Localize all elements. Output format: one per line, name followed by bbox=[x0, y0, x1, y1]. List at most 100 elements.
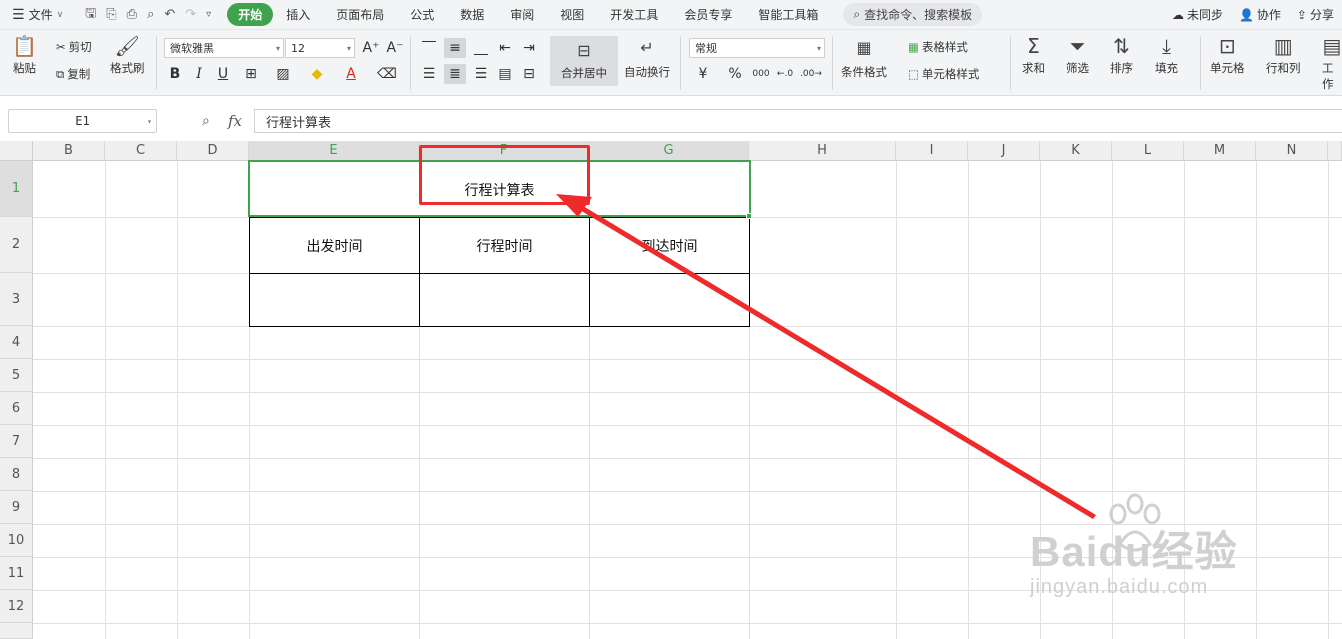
header-cell-arrival[interactable]: 到达时间 bbox=[589, 217, 750, 274]
tab-page-layout[interactable]: 页面布局 bbox=[323, 3, 397, 26]
conditional-format-button[interactable]: ▦ 条件格式 bbox=[841, 38, 887, 80]
tab-review[interactable]: 审阅 bbox=[497, 3, 547, 26]
cell-fill-icon[interactable]: ▨ bbox=[272, 64, 294, 84]
decrease-indent-icon[interactable]: ⇤ bbox=[494, 38, 516, 58]
currency-icon[interactable]: ¥ bbox=[692, 64, 714, 84]
column-header-l[interactable]: L bbox=[1112, 141, 1184, 161]
row-header-2[interactable]: 2 bbox=[0, 217, 33, 273]
tab-developer[interactable]: 开发工具 bbox=[597, 3, 671, 26]
redo-icon[interactable]: ↷ bbox=[185, 7, 196, 22]
customize-toolbar-icon[interactable]: ▿ bbox=[206, 9, 211, 20]
decrease-decimal-icon[interactable]: .00→ bbox=[800, 64, 822, 84]
italic-icon[interactable]: I bbox=[188, 64, 210, 84]
sort-button[interactable]: ⇅ 排序 bbox=[1110, 36, 1133, 76]
row-header-4[interactable]: 4 bbox=[0, 326, 33, 359]
data-cell[interactable] bbox=[419, 273, 590, 327]
column-header-k[interactable]: K bbox=[1040, 141, 1112, 161]
column-header-d[interactable]: D bbox=[177, 141, 249, 161]
formula-input[interactable]: 行程计算表 bbox=[254, 109, 1342, 133]
row-col-button[interactable]: ▥ 行和列 bbox=[1266, 36, 1301, 76]
wrap-text-button[interactable]: ↵ 自动换行 bbox=[624, 38, 670, 80]
justify-icon[interactable]: ▤ bbox=[494, 64, 516, 84]
cell-style-button[interactable]: ⬚ 单元格样式 bbox=[908, 66, 979, 82]
row-header-5[interactable]: 5 bbox=[0, 359, 33, 392]
merge-center-button[interactable]: ⊟ 合并居中 bbox=[550, 36, 618, 86]
row-header-12[interactable]: 12 bbox=[0, 590, 33, 623]
font-name-select[interactable]: 微软雅黑 ▾ bbox=[164, 38, 284, 58]
font-color-icon[interactable]: A bbox=[340, 64, 362, 84]
print-icon[interactable]: ⎙ bbox=[127, 7, 137, 22]
decrease-font-icon[interactable]: A⁻ bbox=[384, 38, 406, 58]
column-header-m[interactable]: M bbox=[1184, 141, 1256, 161]
row-header-7[interactable]: 7 bbox=[0, 425, 33, 458]
worksheet-button[interactable]: ▤ 工作 bbox=[1322, 36, 1342, 92]
column-header-b[interactable]: B bbox=[33, 141, 105, 161]
column-header-g[interactable]: G bbox=[589, 141, 749, 161]
fill-button[interactable]: ⤓ 填充 bbox=[1155, 36, 1178, 76]
fx-icon[interactable]: fx bbox=[228, 112, 242, 130]
row-header-11[interactable]: 11 bbox=[0, 557, 33, 590]
column-header-n[interactable]: N bbox=[1256, 141, 1328, 161]
align-middle-icon[interactable]: ≡ bbox=[444, 38, 466, 58]
align-top-icon[interactable]: ⎺ bbox=[418, 38, 440, 58]
clear-format-icon[interactable]: ⌫ bbox=[376, 64, 398, 84]
export-icon[interactable]: ⎘ bbox=[106, 7, 116, 22]
data-cell[interactable] bbox=[249, 273, 420, 327]
header-cell-departure[interactable]: 出发时间 bbox=[249, 217, 420, 274]
borders-icon[interactable]: ⊞ bbox=[240, 64, 262, 84]
row-header-13[interactable] bbox=[0, 623, 33, 639]
thousands-icon[interactable]: 000 bbox=[750, 64, 772, 84]
fill-handle[interactable] bbox=[746, 213, 752, 219]
row-header-6[interactable]: 6 bbox=[0, 392, 33, 425]
tab-insert[interactable]: 插入 bbox=[273, 3, 323, 26]
row-header-8[interactable]: 8 bbox=[0, 458, 33, 491]
tab-data[interactable]: 数据 bbox=[447, 3, 497, 26]
align-right-icon[interactable]: ☰ bbox=[470, 64, 492, 84]
distribute-icon[interactable]: ⊟ bbox=[518, 64, 540, 84]
column-header-h[interactable]: H bbox=[749, 141, 896, 161]
tab-member[interactable]: 会员专享 bbox=[671, 3, 745, 26]
column-header-e[interactable]: E bbox=[249, 141, 419, 161]
percent-icon[interactable]: % bbox=[724, 64, 746, 84]
increase-decimal-icon[interactable]: ←.0 bbox=[774, 64, 796, 84]
number-format-select[interactable]: 常规 ▾ bbox=[689, 38, 825, 58]
row-header-10[interactable]: 10 bbox=[0, 524, 33, 557]
tab-view[interactable]: 视图 bbox=[547, 3, 597, 26]
collaborate-button[interactable]: 👤 协作 bbox=[1239, 6, 1281, 23]
column-header-c[interactable]: C bbox=[105, 141, 177, 161]
align-bottom-icon[interactable]: ⎽ bbox=[470, 38, 492, 58]
highlight-color-icon[interactable]: ◆ bbox=[306, 64, 328, 84]
share-button[interactable]: ⇪ 分享 bbox=[1297, 6, 1334, 23]
undo-icon[interactable]: ↶ bbox=[164, 7, 175, 22]
row-header-1[interactable]: 1 bbox=[0, 161, 33, 217]
name-box[interactable]: E1 ▾ bbox=[8, 109, 157, 133]
cell-button[interactable]: ⊡ 单元格 bbox=[1210, 36, 1245, 76]
print-preview-icon[interactable]: ⌕ bbox=[147, 7, 154, 22]
align-left-icon[interactable]: ☰ bbox=[418, 64, 440, 84]
copy-button[interactable]: ⧉ 复制 bbox=[56, 66, 90, 82]
data-cell[interactable] bbox=[589, 273, 750, 327]
header-cell-duration[interactable]: 行程时间 bbox=[419, 217, 590, 274]
save-icon[interactable]: 🖫 bbox=[85, 4, 96, 26]
cut-button[interactable]: ✂ 剪切 bbox=[56, 39, 92, 55]
row-header-9[interactable]: 9 bbox=[0, 491, 33, 524]
format-painter-button[interactable]: 🖌 格式刷 bbox=[110, 36, 145, 76]
sum-button[interactable]: Σ 求和 bbox=[1022, 36, 1045, 76]
font-size-select[interactable]: 12 ▾ bbox=[285, 38, 355, 58]
increase-indent-icon[interactable]: ⇥ bbox=[518, 38, 540, 58]
filter-button[interactable]: ⏷ 筛选 bbox=[1066, 36, 1089, 76]
file-menu[interactable]: ☰ 文件 ∨ bbox=[12, 6, 63, 23]
tab-home[interactable]: 开始 bbox=[227, 3, 274, 26]
zoom-icon[interactable]: ⌕ bbox=[202, 113, 210, 129]
tab-smart-toolbox[interactable]: 智能工具箱 bbox=[745, 3, 831, 26]
column-header-o[interactable] bbox=[1328, 141, 1342, 161]
bold-icon[interactable]: B bbox=[164, 64, 186, 84]
column-header-i[interactable]: I bbox=[896, 141, 968, 161]
row-header-3[interactable]: 3 bbox=[0, 273, 33, 326]
align-center-icon[interactable]: ≣ bbox=[444, 64, 466, 84]
command-search[interactable]: ⌕ 查找命令、搜索模板 bbox=[843, 3, 983, 26]
select-all-corner[interactable] bbox=[0, 141, 33, 161]
tab-formulas[interactable]: 公式 bbox=[397, 3, 447, 26]
underline-icon[interactable]: U bbox=[212, 64, 234, 84]
column-header-j[interactable]: J bbox=[968, 141, 1040, 161]
